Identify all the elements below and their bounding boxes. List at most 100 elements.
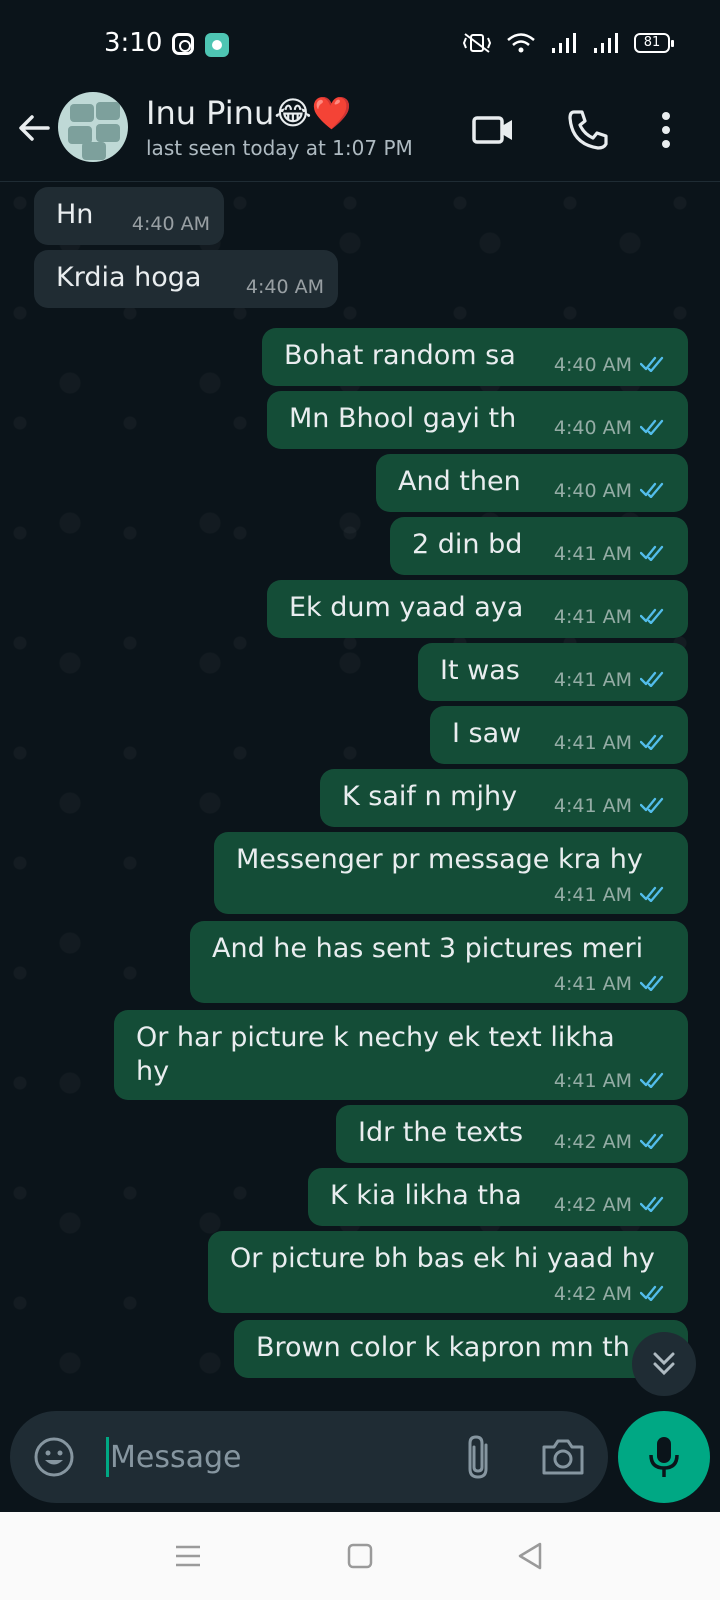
- message-input[interactable]: [110, 1431, 440, 1483]
- outgoing-message-bubble[interactable]: Mn Bhool gayi th 4:40 AM: [267, 391, 688, 449]
- incoming-message-bubble[interactable]: Hn 4:40 AM: [34, 187, 224, 245]
- menu-nav-icon[interactable]: [172, 1540, 204, 1572]
- outgoing-message-bubble[interactable]: And then 4:40 AM: [376, 454, 688, 512]
- timestamp-label: 4:40 AM: [553, 480, 632, 502]
- read-receipt-icon: [640, 608, 664, 624]
- timestamp-label: 4:41 AM: [553, 1070, 632, 1092]
- message-timestamp: 4:40 AM: [132, 213, 210, 235]
- outgoing-message-bubble[interactable]: Or har picture k nechy ek text likha hy 4:…: [114, 1010, 688, 1100]
- attach-icon[interactable]: [458, 1431, 498, 1483]
- message-timestamp: 4:42 AM: [554, 1131, 670, 1153]
- message-text: Ek dum yaad aya: [289, 592, 524, 623]
- camera-icon[interactable]: [540, 1435, 586, 1479]
- timestamp-label: 4:40 AM: [131, 213, 210, 235]
- message-text: It was: [440, 655, 520, 686]
- message-timestamp: 4:41 AM: [554, 1070, 670, 1092]
- read-receipt-icon: [640, 797, 664, 813]
- message-text: And then: [398, 466, 521, 497]
- video-call-icon[interactable]: [470, 106, 518, 154]
- message-text-line-2: hy: [136, 1056, 170, 1087]
- timestamp-label: 4:41 AM: [553, 732, 632, 754]
- read-receipt-icon: [640, 419, 664, 435]
- timestamp-label: 4:40 AM: [553, 354, 632, 376]
- timestamp-label: 4:42 AM: [553, 1283, 632, 1305]
- status-bar: 3:10 81: [0, 0, 720, 80]
- read-receipt-icon: [640, 545, 664, 561]
- app-notification-icon: [205, 33, 229, 57]
- home-nav-icon[interactable]: [344, 1540, 376, 1572]
- outgoing-message-bubble[interactable]: Bohat random sa 4:40 AM: [262, 328, 688, 386]
- timestamp-label: 4:40 AM: [553, 417, 632, 439]
- instagram-notification-icon: [172, 33, 194, 55]
- outgoing-message-bubble[interactable]: Messenger pr message kra hy 4:41 AM: [214, 832, 688, 914]
- outgoing-message-bubble[interactable]: And he has sent 3 pictures meri 4:41 AM: [190, 921, 688, 1003]
- incoming-message-bubble[interactable]: Krdia hoga 4:40 AM: [34, 250, 338, 308]
- message-text: Bohat random sa: [284, 340, 516, 371]
- message-text: K saif n mjhy: [342, 781, 518, 812]
- outgoing-message-bubble[interactable]: Or picture bh bas ek hi yaad hy 4:42 AM: [208, 1231, 688, 1313]
- timestamp-label: 4:41 AM: [553, 795, 632, 817]
- outgoing-message-bubble[interactable]: It was 4:41 AM: [418, 643, 688, 701]
- text-cursor: [106, 1437, 109, 1477]
- wifi-icon: [507, 33, 535, 53]
- outgoing-message-bubble[interactable]: Brown color k kapron mn th: [234, 1320, 688, 1378]
- message-timestamp: 4:41 AM: [554, 543, 670, 565]
- message-timestamp: 4:41 AM: [554, 973, 670, 995]
- voice-message-button[interactable]: [618, 1411, 710, 1503]
- voice-call-icon[interactable]: [564, 106, 612, 154]
- timestamp-label: 4:41 AM: [553, 606, 632, 628]
- read-receipt-icon: [640, 356, 664, 372]
- message-text: Brown color k kapron mn th: [256, 1332, 630, 1363]
- message-text: I saw: [452, 718, 522, 749]
- last-seen-status[interactable]: last seen today at 1:07 PM: [146, 136, 413, 160]
- read-receipt-icon: [640, 734, 664, 750]
- scroll-down-button[interactable]: [632, 1332, 696, 1396]
- message-timestamp: 4:40 AM: [554, 354, 670, 376]
- outgoing-message-bubble[interactable]: Ek dum yaad aya 4:41 AM: [267, 580, 688, 638]
- contact-name[interactable]: Inu Pinu😂❤️: [146, 94, 351, 132]
- signal-icon-1: [552, 33, 576, 53]
- read-receipt-icon: [640, 482, 664, 498]
- outgoing-message-bubble[interactable]: Idr the texts 4:42 AM: [336, 1105, 688, 1163]
- signal-icon-2: [594, 33, 618, 53]
- system-navigation-bar: [0, 1512, 720, 1600]
- message-timestamp: 4:40 AM: [554, 417, 670, 439]
- outgoing-message-bubble[interactable]: K saif n mjhy 4:41 AM: [320, 769, 688, 827]
- read-receipt-icon: [640, 671, 664, 687]
- avatar[interactable]: [58, 92, 128, 162]
- message-text: Or har picture k nechy ek text likha: [136, 1022, 615, 1053]
- message-text: Mn Bhool gayi th: [289, 403, 517, 434]
- chat-header: Inu Pinu😂❤️ last seen today at 1:07 PM: [0, 80, 720, 182]
- battery-indicator: 81: [634, 33, 674, 53]
- emoji-icon[interactable]: [32, 1435, 76, 1479]
- message-composer: [10, 1411, 608, 1503]
- outgoing-message-bubble[interactable]: K kia likha tha 4:42 AM: [308, 1168, 688, 1226]
- read-receipt-icon: [640, 886, 664, 902]
- message-timestamp: 4:42 AM: [554, 1283, 670, 1305]
- timestamp-label: 4:40 AM: [245, 276, 324, 298]
- read-receipt-icon: [640, 1133, 664, 1149]
- message-timestamp: 4:41 AM: [554, 884, 670, 906]
- message-text: Krdia hoga: [56, 262, 202, 293]
- message-timestamp: 4:41 AM: [554, 606, 670, 628]
- back-arrow-icon[interactable]: [14, 108, 54, 148]
- message-timestamp: 4:42 AM: [554, 1194, 670, 1216]
- back-nav-icon[interactable]: [514, 1540, 546, 1572]
- outgoing-message-bubble[interactable]: I saw 4:41 AM: [430, 706, 688, 764]
- read-receipt-icon: [640, 1072, 664, 1088]
- outgoing-message-bubble[interactable]: 2 din bd 4:41 AM: [390, 517, 688, 575]
- timestamp-label: 4:42 AM: [553, 1131, 632, 1153]
- message-text: Messenger pr message kra hy: [236, 844, 643, 875]
- more-options-icon[interactable]: [652, 106, 680, 154]
- message-timestamp: 4:41 AM: [554, 669, 670, 691]
- read-receipt-icon: [640, 1196, 664, 1212]
- message-text: Hn: [56, 199, 94, 230]
- message-text: And he has sent 3 pictures meri: [212, 933, 644, 964]
- timestamp-label: 4:41 AM: [553, 543, 632, 565]
- status-time: 3:10: [104, 28, 163, 58]
- message-timestamp: 4:41 AM: [554, 732, 670, 754]
- message-text: 2 din bd: [412, 529, 523, 560]
- message-timestamp: 4:40 AM: [246, 276, 324, 298]
- message-list[interactable]: Hn 4:40 AM Krdia hoga 4:40 AM Bohat random s…: [0, 183, 720, 1403]
- status-icons: 81: [462, 32, 674, 54]
